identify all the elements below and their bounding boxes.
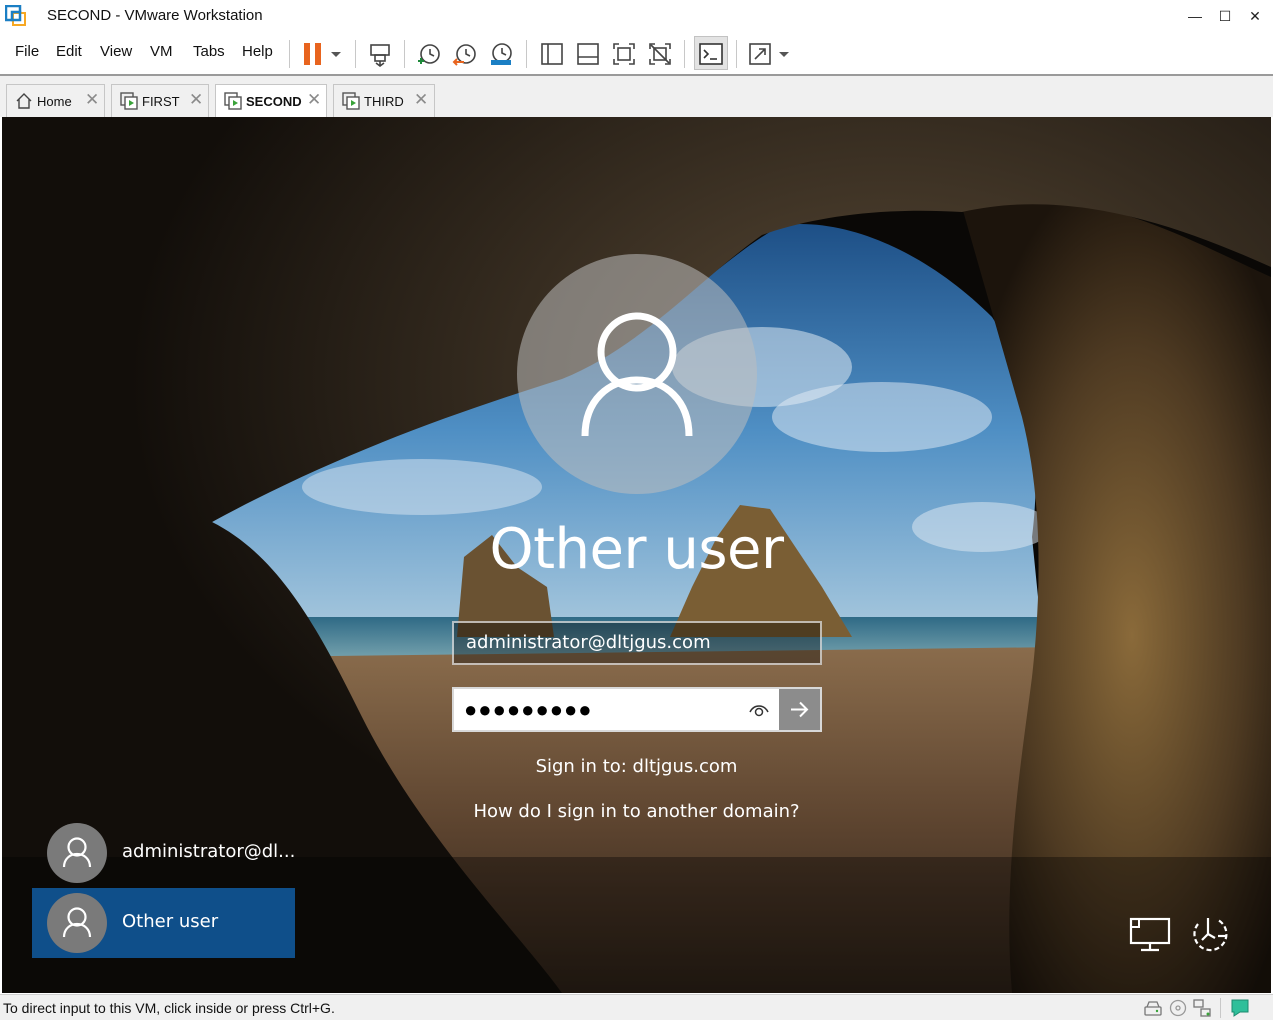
vm-icon [224, 92, 242, 110]
vm-display[interactable]: Other user administrator@dltjgus.com ●●●… [2, 117, 1271, 993]
tab-home[interactable]: Home ✕ [6, 84, 105, 117]
toolbar-separator [404, 40, 405, 68]
tab-label: SECOND [246, 94, 302, 109]
stretch-icon[interactable] [747, 41, 773, 67]
eye-icon[interactable] [748, 700, 770, 720]
password-field[interactable]: ●●●●●●●●● [452, 687, 822, 732]
user-avatar-large [517, 254, 757, 494]
menu-vm[interactable]: VM [150, 43, 173, 60]
library-view-icon[interactable] [539, 41, 565, 67]
pause-icon[interactable] [300, 41, 326, 67]
toolbar-separator [526, 40, 527, 68]
tab-close-icon[interactable]: ✕ [189, 90, 203, 110]
tab-close-icon[interactable]: ✕ [85, 90, 99, 110]
avatar [47, 823, 107, 883]
status-separator [1220, 998, 1221, 1018]
network-adapter-icon[interactable] [1192, 998, 1212, 1018]
network-icon[interactable] [1129, 915, 1173, 955]
tab-close-icon[interactable]: ✕ [307, 90, 321, 110]
menu-file[interactable]: File [15, 43, 39, 60]
user-icon [581, 312, 693, 437]
tab-second[interactable]: SECOND ✕ [215, 84, 327, 118]
user-tile-name: Other user [122, 911, 219, 932]
status-bar: To direct input to this VM, click inside… [0, 994, 1273, 1020]
user-tile-other-user[interactable]: Other user [32, 888, 295, 958]
menu-view[interactable]: View [100, 43, 132, 60]
vm-icon [120, 92, 138, 110]
toolbar-separator [289, 40, 290, 68]
tab-first[interactable]: FIRST ✕ [111, 84, 209, 117]
window-title: SECOND - VMware Workstation [47, 7, 263, 24]
message-log-icon[interactable] [1230, 998, 1250, 1018]
hard-disk-icon[interactable] [1143, 998, 1163, 1018]
dropdown-icon[interactable] [328, 41, 344, 67]
username-input[interactable]: administrator@dltjgus.com [452, 621, 822, 665]
avatar [47, 893, 107, 953]
status-message: To direct input to this VM, click inside… [3, 1000, 335, 1016]
password-input[interactable]: ●●●●●●●●● [464, 697, 593, 723]
toolbar-separator [355, 40, 356, 68]
sign-in-domain-text: Sign in to: dltjgus.com [535, 756, 738, 777]
toolbar-separator [684, 40, 685, 68]
vmware-window: SECOND - VMware Workstation — ☐ ✕ File E… [0, 0, 1273, 1020]
login-user-name: Other user [489, 517, 784, 582]
vmware-app-icon [5, 5, 26, 26]
user-tile-administrator[interactable]: administrator@dl... [32, 818, 295, 888]
thumbnail-bar-icon[interactable] [575, 41, 601, 67]
title-bar: SECOND - VMware Workstation — ☐ ✕ [0, 0, 1273, 32]
dropdown-icon[interactable] [776, 41, 792, 67]
tab-label: THIRD [364, 94, 404, 109]
unity-icon[interactable] [647, 41, 673, 67]
minimize-button[interactable]: — [1178, 0, 1212, 32]
tab-label: FIRST [142, 94, 180, 109]
user-tile-name: administrator@dl... [122, 841, 296, 862]
cd-dvd-icon[interactable] [1168, 998, 1188, 1018]
menu-help[interactable]: Help [242, 43, 273, 60]
ease-of-access-icon[interactable] [1188, 914, 1232, 954]
menu-tabs[interactable]: Tabs [193, 43, 225, 60]
snapshot-revert-icon[interactable] [452, 41, 478, 67]
user-icon [62, 907, 92, 938]
user-icon [62, 837, 92, 868]
menu-edit[interactable]: Edit [56, 43, 82, 60]
maximize-button[interactable]: ☐ [1208, 0, 1242, 32]
vm-icon [342, 92, 360, 110]
tab-close-icon[interactable]: ✕ [414, 90, 428, 110]
close-button[interactable]: ✕ [1238, 0, 1272, 32]
console-view-icon[interactable] [698, 41, 724, 67]
arrow-right-icon [791, 701, 809, 718]
submit-button[interactable] [779, 689, 820, 730]
fullscreen-icon[interactable] [611, 41, 637, 67]
snapshot-take-icon[interactable] [416, 41, 442, 67]
snapshot-manager-icon[interactable] [488, 41, 514, 67]
tab-bar: Home ✕ FIRST ✕ SECOND ✕ THIRD ✕ [0, 76, 1273, 118]
menu-toolbar: File Edit View VM Tabs Help [0, 32, 1273, 74]
toolbar-separator [736, 40, 737, 68]
send-ctrl-alt-del-icon[interactable] [367, 41, 393, 67]
tab-label: Home [37, 94, 72, 109]
home-icon [16, 93, 32, 109]
tab-third[interactable]: THIRD ✕ [333, 84, 435, 117]
